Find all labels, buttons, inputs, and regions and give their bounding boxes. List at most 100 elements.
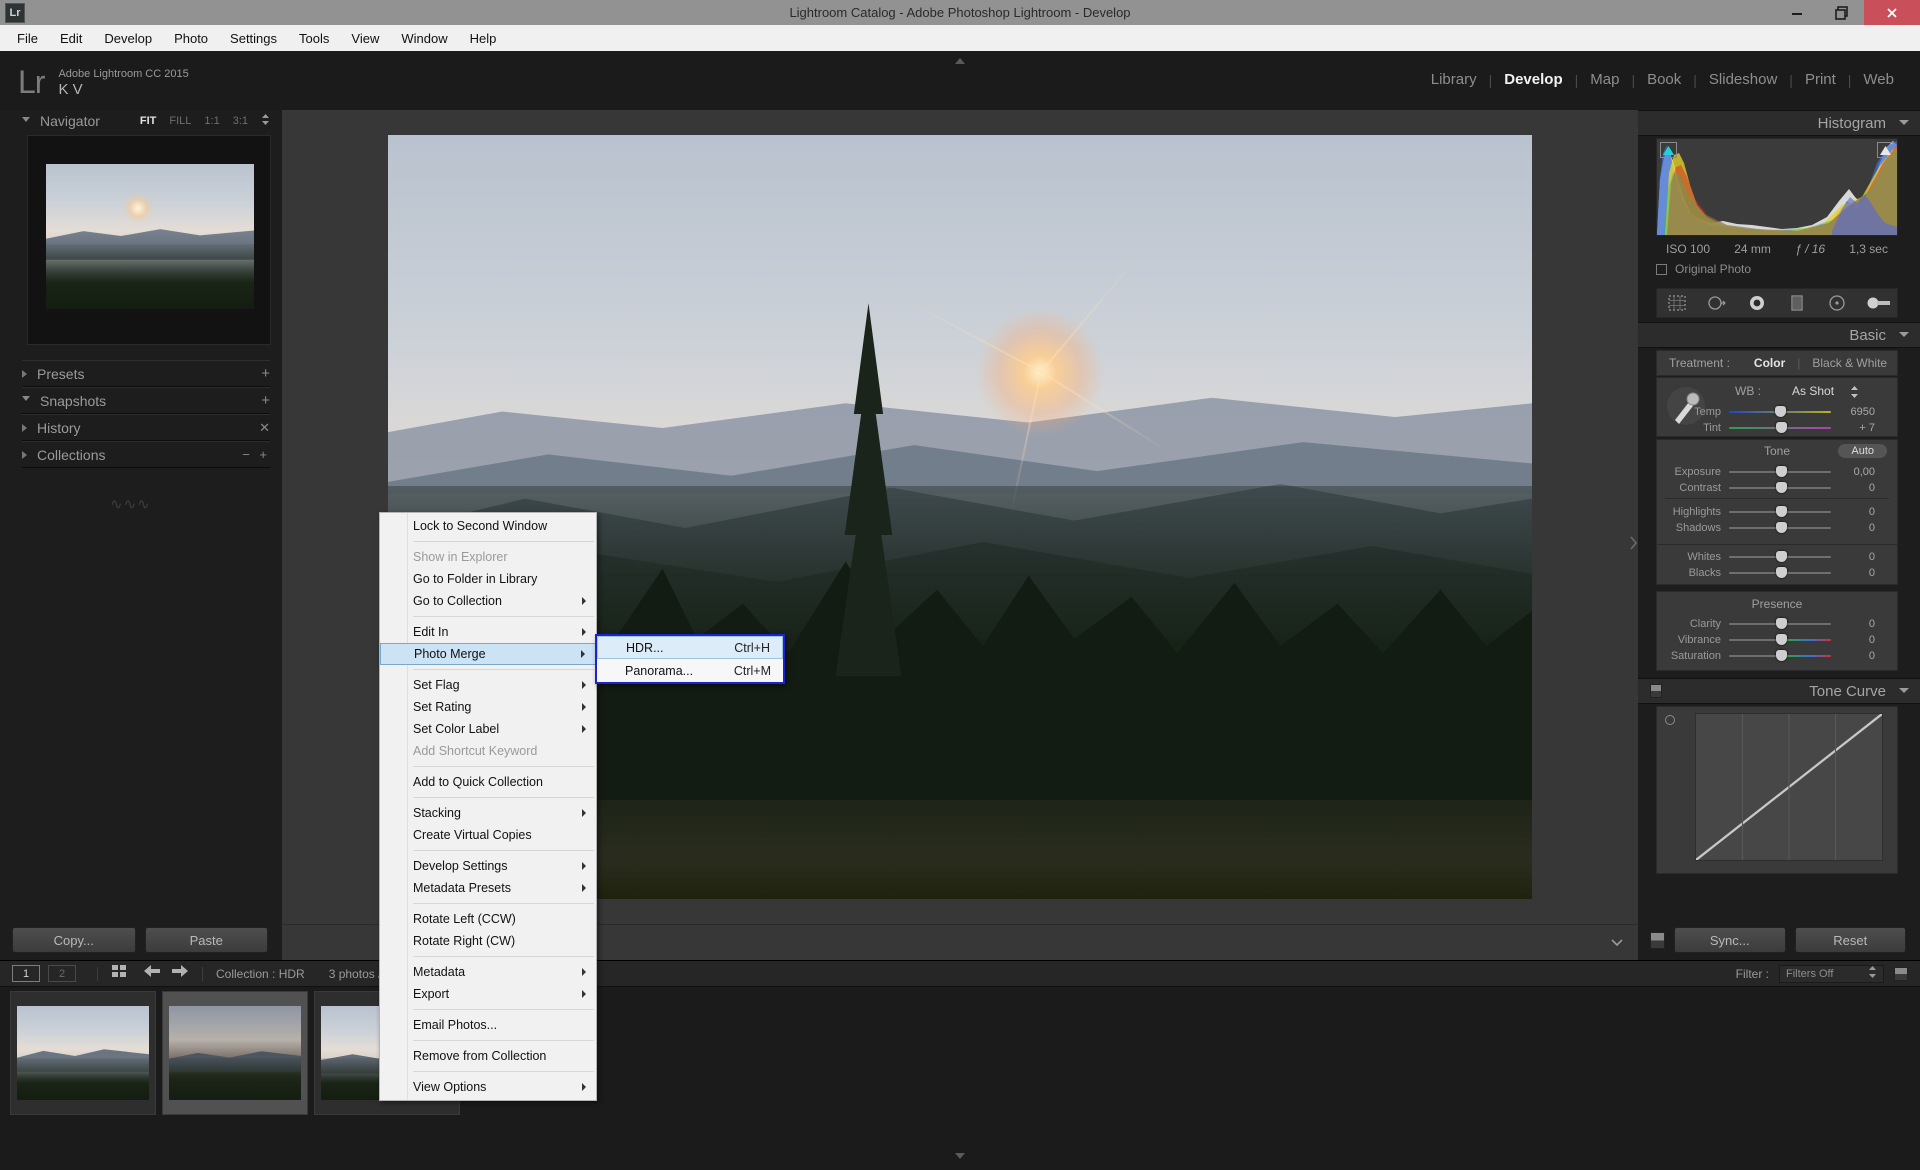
menu-photo-merge[interactable]: Photo Merge (380, 643, 596, 665)
module-book[interactable]: Book (1635, 69, 1693, 90)
blacks-slider-row[interactable]: Blacks 0 (1657, 565, 1897, 581)
whites-slider[interactable] (1729, 551, 1831, 562)
paste-button[interactable]: Paste (144, 927, 268, 953)
vibrance-slider-row[interactable]: Vibrance 0 (1657, 632, 1897, 648)
contrast-slider-row[interactable]: Contrast 0 (1657, 480, 1897, 496)
menu-develop[interactable]: Develop (93, 27, 163, 50)
tint-slider-row[interactable]: Tint + 7 (1657, 420, 1897, 436)
menu-metadata[interactable]: Metadata (380, 961, 596, 983)
menu-remove-from-collection[interactable]: Remove from Collection (380, 1045, 596, 1067)
identity-plate[interactable]: Lr Adobe Lightroom CC 2015 K V (18, 65, 189, 99)
zoom-1-1[interactable]: 1:1 (204, 115, 219, 127)
menu-go-to-folder-in-library[interactable]: Go to Folder in Library (380, 568, 596, 590)
menu-add-to-quick-collection[interactable]: Add to Quick Collection (380, 771, 596, 793)
radial-filter-icon[interactable] (1826, 293, 1848, 313)
wb-stepper-icon[interactable] (1850, 385, 1859, 403)
navigator-preview[interactable] (27, 135, 271, 345)
zoom-3-1[interactable]: 3:1 (233, 115, 248, 127)
menu-photo[interactable]: Photo (163, 27, 219, 50)
basic-disclosure-icon[interactable] (1898, 326, 1910, 344)
filter-enable-toggle[interactable] (1894, 966, 1908, 981)
wb-value[interactable]: As Shot (1792, 384, 1834, 398)
filmstrip-thumbnail-2[interactable] (162, 991, 308, 1115)
original-photo-checkbox-icon[interactable] (1656, 263, 1667, 275)
shadows-slider-row[interactable]: Shadows 0 (1657, 520, 1897, 536)
shadow-clipping-indicator[interactable] (1660, 142, 1677, 158)
collections-disclosure-icon[interactable] (22, 450, 27, 459)
snapshots-add-icon[interactable]: + (261, 392, 270, 409)
menu-edit[interactable]: Edit (49, 27, 93, 50)
filter-select[interactable]: Filters Off (1779, 964, 1884, 983)
zoom-stepper-icon[interactable] (261, 113, 270, 129)
top-panel-collapse-icon[interactable] (951, 53, 969, 64)
menu-develop-settings[interactable]: Develop Settings (380, 855, 596, 877)
menu-help[interactable]: Help (459, 27, 508, 50)
tone-curve-graph[interactable] (1695, 713, 1883, 861)
menu-edit-in[interactable]: Edit In (380, 621, 596, 643)
menu-set-flag[interactable]: Set Flag (380, 674, 596, 696)
module-map[interactable]: Map (1578, 69, 1631, 90)
whites-slider-row[interactable]: Whites 0 (1657, 549, 1897, 565)
targeted-adjustment-icon[interactable] (1665, 715, 1675, 725)
navigator-header[interactable]: Navigator FIT FILL 1:1 3:1 (22, 110, 270, 132)
presets-disclosure-icon[interactable] (22, 369, 27, 378)
treatment-bw-option[interactable]: Black & White (1812, 356, 1887, 370)
grid-view-icon[interactable] (111, 963, 129, 984)
menu-metadata-presets[interactable]: Metadata Presets (380, 877, 596, 899)
menu-set-rating[interactable]: Set Rating (380, 696, 596, 718)
module-library[interactable]: Library (1419, 69, 1489, 90)
go-forward-icon[interactable] (171, 964, 189, 983)
snapshots-disclosure-icon[interactable] (22, 396, 30, 405)
menu-go-to-collection[interactable]: Go to Collection (380, 590, 596, 612)
submenu-panorama[interactable]: Panorama... Ctrl+M (597, 659, 783, 682)
auto-sync-toggle-icon[interactable] (1650, 931, 1665, 949)
menu-rotate-right[interactable]: Rotate Right (CW) (380, 930, 596, 952)
contrast-slider[interactable] (1729, 482, 1831, 493)
menu-stacking[interactable]: Stacking (380, 802, 596, 824)
histogram-graph[interactable] (1656, 138, 1898, 236)
crop-overlay-icon[interactable] (1666, 293, 1688, 313)
menu-email-photos[interactable]: Email Photos... (380, 1014, 596, 1036)
original-photo-toggle[interactable]: Original Photo (1656, 262, 1751, 276)
temp-slider-row[interactable]: Temp 6950 (1657, 404, 1897, 420)
screen-2-button[interactable]: 2 (48, 965, 76, 982)
menu-export[interactable]: Export (380, 983, 596, 1005)
zoom-fit[interactable]: FIT (140, 115, 157, 127)
filter-stepper-icon[interactable] (1868, 966, 1877, 981)
module-print[interactable]: Print (1793, 69, 1848, 90)
menu-create-virtual-copies[interactable]: Create Virtual Copies (380, 824, 596, 846)
basic-panel-header[interactable]: Basic (1638, 322, 1920, 348)
filmstrip-thumbnail-1[interactable] (10, 991, 156, 1115)
zoom-fill[interactable]: FILL (169, 115, 191, 127)
tint-slider[interactable] (1729, 422, 1831, 433)
temp-slider[interactable] (1729, 406, 1831, 417)
highlight-clipping-indicator[interactable] (1877, 142, 1894, 158)
tone-curve-header[interactable]: Tone Curve (1638, 678, 1920, 704)
highlights-slider[interactable] (1729, 506, 1831, 517)
auto-tone-button[interactable]: Auto (1838, 444, 1887, 458)
restore-window-button[interactable] (1819, 0, 1864, 25)
left-section-collections[interactable]: Collections − + (22, 441, 270, 468)
filmstrip-collapse-icon[interactable] (951, 1148, 969, 1166)
module-web[interactable]: Web (1851, 69, 1906, 90)
submenu-hdr[interactable]: HDR... Ctrl+H (597, 636, 783, 659)
red-eye-correction-icon[interactable] (1746, 293, 1768, 313)
highlights-slider-row[interactable]: Highlights 0 (1657, 504, 1897, 520)
blacks-slider[interactable] (1729, 567, 1831, 578)
minimize-button[interactable] (1774, 0, 1819, 25)
navigator-disclosure-icon[interactable] (22, 116, 30, 126)
history-clear-icon[interactable]: ✕ (259, 420, 270, 436)
menu-lock-to-second-window[interactable]: Lock to Second Window (380, 515, 596, 537)
exposure-slider-row[interactable]: Exposure 0,00 (1657, 464, 1897, 480)
close-window-button[interactable] (1864, 0, 1920, 25)
tone-curve-disclosure-icon[interactable] (1898, 682, 1910, 700)
treatment-color-option[interactable]: Color (1754, 356, 1785, 370)
history-disclosure-icon[interactable] (22, 423, 27, 432)
menu-rotate-left[interactable]: Rotate Left (CCW) (380, 908, 596, 930)
adjustment-brush-icon[interactable] (1866, 293, 1890, 313)
histogram-disclosure-icon[interactable] (1898, 114, 1910, 132)
toolbar-chevron-icon[interactable] (1610, 934, 1624, 952)
menu-tools[interactable]: Tools (288, 27, 340, 50)
clarity-slider-row[interactable]: Clarity 0 (1657, 616, 1897, 632)
copy-button[interactable]: Copy... (12, 927, 136, 953)
